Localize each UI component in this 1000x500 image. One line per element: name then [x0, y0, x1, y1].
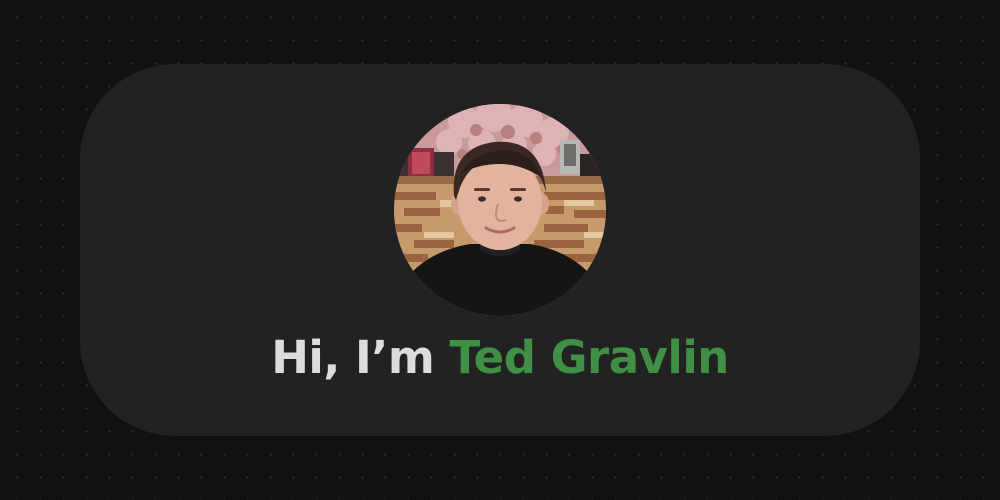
greeting-name: Ted Gravlin — [449, 331, 729, 384]
avatar-photo — [394, 104, 606, 316]
hero-greeting: Hi, I’m Ted Gravlin — [0, 328, 1000, 388]
avatar — [394, 104, 606, 316]
greeting-prefix: Hi, I’m — [271, 331, 450, 384]
